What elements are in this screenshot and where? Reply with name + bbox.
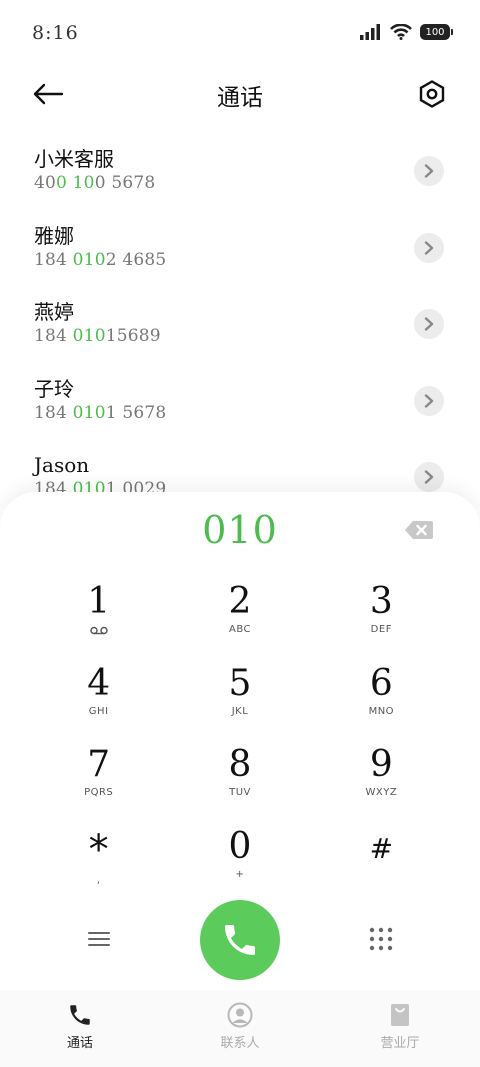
header: 通话 [0, 66, 480, 122]
chevron-right-icon [424, 317, 434, 331]
key-3[interactable]: 3 DEF [311, 582, 452, 664]
chevron-right-icon [424, 240, 434, 255]
status-icons: 100 [360, 24, 453, 40]
contact-number: 400 100 5678 [34, 173, 156, 193]
key-0[interactable]: 0 + [169, 825, 310, 909]
menu-button[interactable] [86, 926, 112, 952]
key-letters: WXYZ [365, 787, 398, 798]
contact-number: 184 0102 4685 [34, 249, 167, 270]
key-letters: PQRS [84, 787, 114, 798]
key-letters: + [235, 868, 245, 880]
dialer-panel: 010 1 2 ABC 3 DEF 4 GHI 5 JKL 6 MNO 7 PQ… [0, 492, 480, 992]
contact-row[interactable]: 雅娜 184 0102 4685 [0, 217, 480, 294]
key-digit: 2 [228, 581, 252, 622]
call-button[interactable] [200, 900, 280, 980]
contact-name: Jason [34, 453, 90, 478]
contact-detail-button[interactable] [414, 385, 444, 416]
battery-icon: 100 [420, 24, 453, 40]
key-digit: * [88, 826, 109, 873]
contact-detail-button[interactable] [414, 232, 444, 263]
key-star[interactable]: * , [28, 827, 169, 909]
key-digit: 0 [228, 825, 252, 867]
backspace-icon [405, 521, 433, 539]
backspace-button[interactable] [404, 520, 434, 540]
key-letters: TUV [229, 787, 251, 798]
key-hash[interactable]: # [311, 827, 452, 909]
bottom-nav: 通话 联系人 营业厅 [0, 990, 480, 1067]
gear-icon [419, 80, 445, 108]
status-bar: 8:16 100 [0, 0, 480, 64]
key-2[interactable]: 2 ABC [169, 582, 310, 664]
contact-name: 子玲 [34, 376, 74, 401]
key-6[interactable]: 6 MNO [311, 662, 452, 746]
contact-row[interactable]: 燕婷 184 01015689 [0, 293, 480, 370]
key-letters: DEF [370, 624, 392, 635]
contact-suggestion-list: 小米客服 400 100 5678 雅娜 184 0102 4685 燕婷 18… [0, 140, 480, 496]
dialer-action-row [0, 898, 480, 980]
key-digit: 9 [369, 744, 393, 785]
chevron-right-icon [424, 470, 434, 485]
chevron-right-icon [424, 394, 434, 408]
key-letters: MNO [368, 705, 395, 717]
keypad: 1 2 ABC 3 DEF 4 GHI 5 JKL 6 MNO 7 PQRS 8… [28, 582, 452, 908]
contact-name: 小米客服 [34, 147, 114, 171]
contact-row[interactable]: 子玲 184 0101 5678 [0, 370, 480, 447]
voicemail-icon [89, 626, 108, 635]
wifi-icon [390, 24, 412, 40]
nav-calls[interactable]: 通话 [0, 990, 160, 1067]
key-digit: 3 [369, 581, 393, 622]
contact-number: 184 01015689 [34, 326, 161, 347]
key-7[interactable]: 7 PQRS [28, 745, 169, 827]
key-digit: 4 [87, 662, 111, 704]
contact-detail-button[interactable] [414, 156, 444, 186]
nav-label: 通话 [66, 1036, 93, 1051]
phone-icon [70, 1005, 90, 1025]
settings-button[interactable] [414, 76, 450, 112]
nav-label: 联系人 [220, 1036, 260, 1051]
contact-row[interactable]: 小米客服 400 100 5678 [0, 140, 480, 217]
status-time: 8:16 [32, 22, 79, 44]
contact-detail-button[interactable] [414, 309, 444, 340]
key-letters: ABC [228, 624, 251, 635]
key-digit: 5 [228, 662, 252, 704]
page-title: 通话 [217, 85, 263, 111]
shopping-bag-icon [391, 1004, 409, 1026]
contact-name: 雅娜 [34, 223, 74, 248]
key-letters: JKL [231, 705, 249, 717]
battery-level: 100 [425, 26, 445, 38]
contact-person-icon [227, 1002, 253, 1028]
key-9[interactable]: 9 WXYZ [311, 745, 452, 827]
key-1[interactable]: 1 [28, 582, 169, 664]
key-digit: 8 [228, 744, 252, 785]
nav-contacts[interactable]: 联系人 [160, 990, 320, 1067]
key-letters: , [96, 874, 101, 886]
key-digit: 1 [87, 581, 111, 622]
keypad-toggle-button[interactable] [368, 926, 394, 952]
key-8[interactable]: 8 TUV [169, 745, 310, 827]
signal-icon [360, 24, 380, 40]
contact-number: 184 0101 5678 [34, 402, 167, 423]
key-digit: # [369, 831, 394, 865]
key-5[interactable]: 5 JKL [169, 662, 310, 746]
dialpad-icon [369, 927, 393, 951]
contact-name: 燕婷 [34, 300, 74, 325]
chevron-right-icon [424, 164, 434, 178]
phone-icon [225, 925, 255, 955]
key-digit: 7 [87, 744, 111, 785]
nav-service-hall[interactable]: 营业厅 [320, 990, 480, 1067]
key-letters: GHI [88, 705, 109, 717]
key-4[interactable]: 4 GHI [28, 662, 169, 746]
key-digit: 6 [369, 662, 393, 704]
menu-icon [88, 932, 110, 946]
contact-row[interactable]: Jason 184 0101 0029 [0, 446, 480, 496]
nav-label: 营业厅 [380, 1036, 420, 1051]
